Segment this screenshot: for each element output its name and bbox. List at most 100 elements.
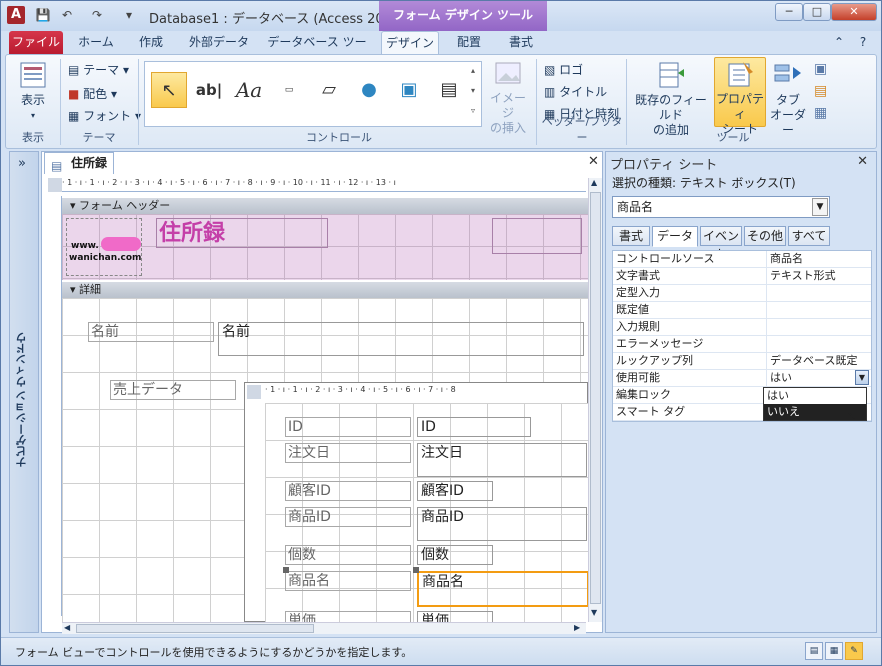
access-app-icon[interactable]: A: [7, 6, 25, 24]
sales-data-label[interactable]: 売上データ: [110, 380, 236, 400]
undo-icon[interactable]: ↶: [59, 7, 75, 23]
scroll-down-icon[interactable]: ▼: [591, 608, 597, 617]
minimize-ribbon-icon[interactable]: ⌃: [829, 31, 849, 55]
product-name-label[interactable]: 商品名: [285, 571, 411, 591]
design-view-status-icon[interactable]: ✎: [845, 642, 863, 660]
property-row-enabled[interactable]: 使用可能 はい ▼: [613, 370, 871, 387]
textbox-control-icon[interactable]: ab|: [191, 72, 227, 108]
expand-nav-icon[interactable]: »: [18, 156, 26, 171]
id-field[interactable]: ID: [417, 417, 531, 437]
add-existing-fields-button[interactable]: 既存のフィールド の追加: [630, 61, 712, 138]
tab-database-tools[interactable]: データベース ツール: [265, 31, 369, 71]
quantity-label[interactable]: 個数: [285, 545, 411, 565]
save-icon[interactable]: 💾: [35, 7, 51, 23]
form-header-area[interactable]: www. wanichan.com 住所録: [62, 214, 588, 280]
tab-home[interactable]: ホーム: [71, 31, 121, 55]
name-field[interactable]: 名前: [218, 322, 584, 356]
logo-button[interactable]: ▧ ロゴ: [544, 61, 583, 78]
horizontal-scroll-thumb[interactable]: [76, 624, 314, 633]
button-control-icon[interactable]: ▭: [271, 72, 307, 108]
product-id-field[interactable]: 商品ID: [417, 507, 587, 541]
customize-qat-icon[interactable]: ▾: [121, 7, 137, 23]
form-title-label[interactable]: 住所録: [156, 218, 328, 248]
tab-order-button[interactable]: タブ オーダー: [768, 61, 808, 138]
chevron-down-icon[interactable]: ▼: [812, 198, 828, 216]
product-name-field-selected[interactable]: 商品名: [417, 571, 589, 607]
form-header-section-bar[interactable]: ▾ フォーム ヘッダー: [62, 198, 588, 214]
colors-button[interactable]: ■ 配色 ▾: [68, 85, 117, 102]
tab-external-data[interactable]: 外部データ: [181, 31, 257, 55]
navigation-pane[interactable]: » ナビゲーション ウィンドウ: [9, 151, 39, 633]
form-view-status-icon[interactable]: ▤: [805, 642, 823, 660]
product-id-label[interactable]: 商品ID: [285, 507, 411, 527]
name-label[interactable]: 名前: [88, 322, 214, 342]
move-handle[interactable]: [283, 567, 289, 573]
tab-other-props[interactable]: その他: [744, 226, 786, 246]
tab-all-props[interactable]: すべて: [788, 226, 830, 246]
enabled-value[interactable]: はい ▼: [766, 370, 870, 386]
layout-view-status-icon[interactable]: ▦: [825, 642, 843, 660]
property-row[interactable]: 文字書式 テキスト形式: [613, 268, 871, 285]
help-icon[interactable]: ?: [853, 31, 873, 55]
theme-button[interactable]: ▤ テーマ ▾: [68, 61, 129, 78]
property-row[interactable]: ルックアップ列 データベース既定: [613, 353, 871, 370]
title-button[interactable]: ▥ タイトル: [544, 83, 607, 100]
logo-image[interactable]: www. wanichan.com: [66, 218, 142, 276]
tab-format-props[interactable]: 書式: [612, 226, 650, 246]
vertical-scroll-thumb[interactable]: [590, 192, 601, 604]
subform-select-box[interactable]: [247, 385, 261, 399]
property-row[interactable]: コントロールソース 商品名: [613, 251, 871, 268]
move-handle[interactable]: [413, 567, 419, 573]
property-row[interactable]: エラーメッセージ: [613, 336, 871, 353]
tab-event-props[interactable]: イベント: [700, 226, 742, 261]
close-document-icon[interactable]: ✕: [588, 154, 599, 169]
close-property-sheet-icon[interactable]: ✕: [857, 154, 868, 169]
minimize-button[interactable]: ─: [775, 3, 803, 21]
customer-id-field[interactable]: 顧客ID: [417, 481, 493, 501]
scroll-up-icon[interactable]: ▲: [591, 178, 597, 187]
property-row[interactable]: 既定値: [613, 302, 871, 319]
chevron-down-icon[interactable]: ▼: [855, 370, 869, 385]
detail-section-bar[interactable]: ▾ 詳細: [62, 282, 588, 298]
vertical-scrollbar[interactable]: ▲ ▼: [588, 178, 602, 622]
property-sheet-button[interactable]: プロパティ シート: [714, 57, 766, 136]
close-button[interactable]: ✕: [831, 3, 877, 21]
dropdown-option-yes[interactable]: はい: [764, 388, 866, 404]
id-label[interactable]: ID: [285, 417, 411, 437]
horizontal-scrollbar[interactable]: ◀ ▶: [62, 622, 586, 634]
scroll-right-icon[interactable]: ▶: [574, 623, 580, 632]
tab-data-props[interactable]: データ: [652, 226, 698, 247]
tab-file[interactable]: ファイル: [9, 31, 63, 55]
gallery-more-icon[interactable]: ▿: [471, 106, 475, 115]
object-selector[interactable]: 商品名 ▼: [612, 196, 830, 218]
maximize-button[interactable]: □: [803, 3, 831, 21]
header-placeholder-box[interactable]: [492, 218, 582, 254]
view-code-icon[interactable]: ▤: [814, 83, 827, 99]
property-row[interactable]: 入力規則: [613, 319, 871, 336]
view-button[interactable]: 表示 ▾: [12, 61, 54, 123]
customer-id-label[interactable]: 顧客ID: [285, 481, 411, 501]
tab-design[interactable]: デザイン: [381, 31, 439, 55]
document-tab[interactable]: ▤ 住所録: [44, 152, 114, 174]
quantity-field[interactable]: 個数: [417, 545, 493, 565]
redo-icon[interactable]: ↷: [89, 7, 105, 23]
gallery-scroll-down-icon[interactable]: ▾: [471, 86, 475, 95]
subform-grid[interactable]: ID ID 注文日 注文日 顧客ID 顧客ID 商品ID 商品ID 個数 個数 …: [265, 403, 589, 631]
convert-macros-icon[interactable]: ▦: [814, 105, 827, 121]
web-browser-control-icon[interactable]: ▣: [391, 72, 427, 108]
order-date-label[interactable]: 注文日: [285, 443, 411, 463]
fonts-button[interactable]: ▦ フォント ▾: [68, 107, 141, 124]
gallery-scroll-up-icon[interactable]: ▴: [471, 66, 475, 75]
insert-image-button[interactable]: イメージ の挿入: [486, 61, 530, 136]
scroll-left-icon[interactable]: ◀: [64, 623, 70, 632]
tab-format[interactable]: 書式: [499, 31, 543, 55]
pointer-icon[interactable]: ↖: [151, 72, 187, 108]
label-control-icon[interactable]: Aa: [231, 72, 267, 108]
sales-subform[interactable]: · 1 · ı · 1 · ı · 2 · ı · 3 · ı · 4 · ı …: [244, 382, 589, 631]
select-form-box[interactable]: [48, 178, 62, 192]
tab-arrange[interactable]: 配置: [447, 31, 491, 55]
subform-icon[interactable]: ▣: [814, 61, 827, 77]
property-row[interactable]: 定型入力: [613, 285, 871, 302]
navigation-control-icon[interactable]: ▤: [431, 72, 467, 108]
order-date-field[interactable]: 注文日: [417, 443, 587, 477]
